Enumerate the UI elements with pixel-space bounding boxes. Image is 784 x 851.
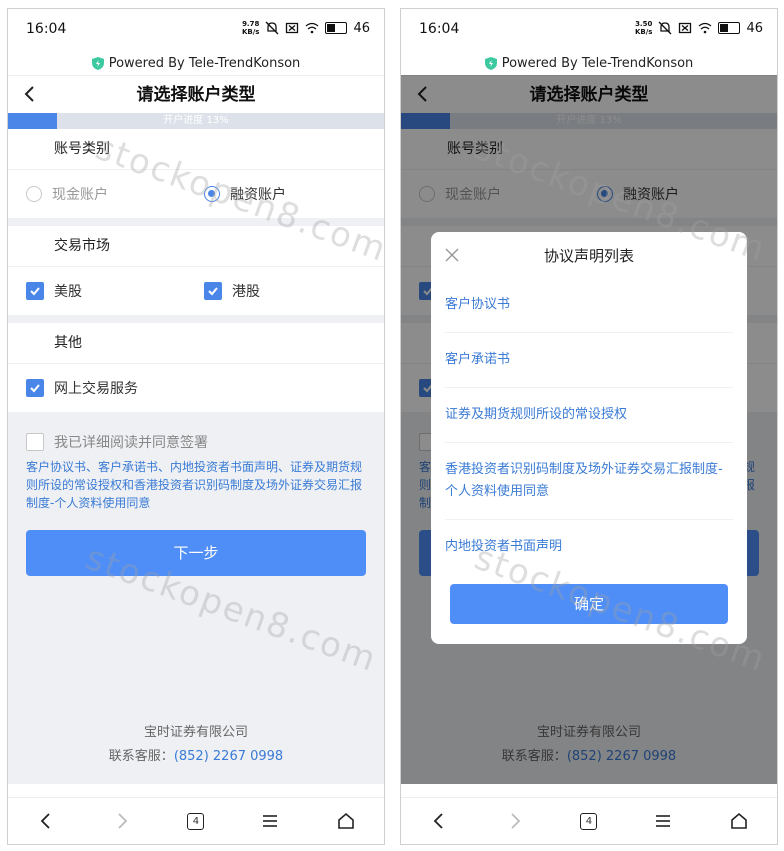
battery-icon <box>325 22 348 34</box>
forward-icon[interactable] <box>504 810 526 832</box>
section-heading: 交易市场 <box>8 226 384 267</box>
progress-label: 开户进度 13% <box>163 115 229 126</box>
back-arrow-icon[interactable] <box>20 84 40 104</box>
agreement-list-modal: 协议声明列表 客户协议书 客户承诺书 证券及期货规则所设的常设授权 香港投资者识… <box>431 232 747 644</box>
menu-icon[interactable] <box>259 810 281 832</box>
form-content: 账号类别 现金账户 融资账户 交易市场 美股 <box>8 129 384 784</box>
network-speed: 3.50 KB/s <box>634 20 653 36</box>
status-bar: 16:04 3.50 KB/s 46 <box>401 9 777 51</box>
modal-item-client-agreement[interactable]: 客户协议书 <box>445 278 733 333</box>
progress-bar: 开户进度 13% <box>8 113 384 129</box>
section-heading: 其他 <box>8 323 384 364</box>
browser-navbar: 4 <box>8 797 384 844</box>
phone-screen-right: 16:04 3.50 KB/s 46 Powered By Tele-Trend… <box>400 8 778 845</box>
page-header: 请选择账户类型 <box>8 75 384 114</box>
modal-title: 协议声明列表 <box>543 247 634 265</box>
close-icon[interactable] <box>445 248 459 262</box>
account-type-section: 账号类别 现金账户 融资账户 <box>8 129 384 218</box>
agreement-checkbox-row[interactable]: 我已详细阅读并同意签署 <box>26 432 364 452</box>
checkmark-icon <box>208 287 218 296</box>
confirm-button[interactable]: 确定 <box>450 584 728 624</box>
radio-cash-account[interactable]: 现金账户 <box>26 170 108 218</box>
agreement-links[interactable]: 客户协议书、客户承诺书、内地投资者书面声明、证券及期货规则所设的常设授权和香港投… <box>26 458 364 512</box>
mute-bell-icon <box>265 21 279 35</box>
modal-header: 协议声明列表 <box>431 232 747 278</box>
sim-off-icon <box>286 22 299 34</box>
status-time: 16:04 <box>26 21 67 37</box>
footer: 宝时证券有限公司 联系客服：(852) 2267 0998 <box>8 721 384 769</box>
other-section: 其他 网上交易服务 <box>8 323 384 412</box>
checkmark-icon <box>30 287 40 296</box>
next-step-button[interactable]: 下一步 <box>26 530 366 576</box>
browser-navbar: 4 <box>401 797 777 844</box>
modal-item-client-undertaking[interactable]: 客户承诺书 <box>445 333 733 388</box>
powered-by-banner: Powered By Tele-TrendKonson <box>8 51 384 75</box>
page-title: 请选择账户类型 <box>136 85 256 105</box>
checkbox-checked[interactable] <box>26 379 44 397</box>
shield-icon <box>91 56 104 70</box>
checkbox-checked[interactable] <box>26 282 44 300</box>
forward-icon[interactable] <box>111 810 133 832</box>
network-speed: 9.78 KB/s <box>241 20 260 36</box>
sim-off-icon <box>679 22 692 34</box>
battery-icon <box>718 22 741 34</box>
section-heading: 账号类别 <box>8 129 384 170</box>
tabs-icon[interactable]: 4 <box>580 812 598 830</box>
menu-icon[interactable] <box>652 810 674 832</box>
radio-circle-selected[interactable] <box>204 186 220 202</box>
phone-link[interactable]: (852) 2267 0998 <box>174 749 283 764</box>
agreement-checkbox[interactable] <box>26 433 44 451</box>
phone-screen-left: 16:04 9.78 KB/s 46 Powered By Tele-Trend… <box>7 8 385 845</box>
modal-item-investor-id-consent[interactable]: 香港投资者识别码制度及场外证券交易汇报制度-个人资料使用同意 <box>445 443 733 520</box>
home-icon[interactable] <box>335 810 357 832</box>
checkbox-checked[interactable] <box>204 282 222 300</box>
tabs-icon[interactable]: 4 <box>187 812 205 830</box>
status-bar: 16:04 9.78 KB/s 46 <box>8 9 384 51</box>
back-icon[interactable] <box>428 810 450 832</box>
modal-item-mainland-declaration[interactable]: 内地投资者书面声明 <box>445 520 733 574</box>
battery-level: 46 <box>746 20 763 36</box>
checkbox-online-trading[interactable]: 网上交易服务 <box>26 364 138 412</box>
status-time: 16:04 <box>419 21 460 37</box>
modal-item-standing-authority[interactable]: 证券及期货规则所设的常设授权 <box>445 388 733 443</box>
mute-bell-icon <box>658 21 672 35</box>
battery-level: 46 <box>353 20 370 36</box>
shield-icon <box>484 56 497 70</box>
back-icon[interactable] <box>35 810 57 832</box>
home-icon[interactable] <box>728 810 750 832</box>
agreement-block: 我已详细阅读并同意签署 客户协议书、客户承诺书、内地投资者书面声明、证券及期货规… <box>8 412 384 512</box>
company-name: 宝时证券有限公司 <box>143 725 248 740</box>
market-section: 交易市场 美股 港股 <box>8 226 384 315</box>
radio-margin-account[interactable]: 融资账户 <box>204 170 286 218</box>
powered-by-banner: Powered By Tele-TrendKonson <box>401 51 777 75</box>
modal-list: 客户协议书 客户承诺书 证券及期货规则所设的常设授权 香港投资者识别码制度及场外… <box>431 278 747 574</box>
checkbox-us-stocks[interactable]: 美股 <box>26 267 82 315</box>
wifi-icon <box>306 22 319 34</box>
radio-circle[interactable] <box>26 186 42 202</box>
checkbox-hk-stocks[interactable]: 港股 <box>204 267 260 315</box>
wifi-icon <box>699 22 712 34</box>
checkmark-icon <box>30 384 40 393</box>
